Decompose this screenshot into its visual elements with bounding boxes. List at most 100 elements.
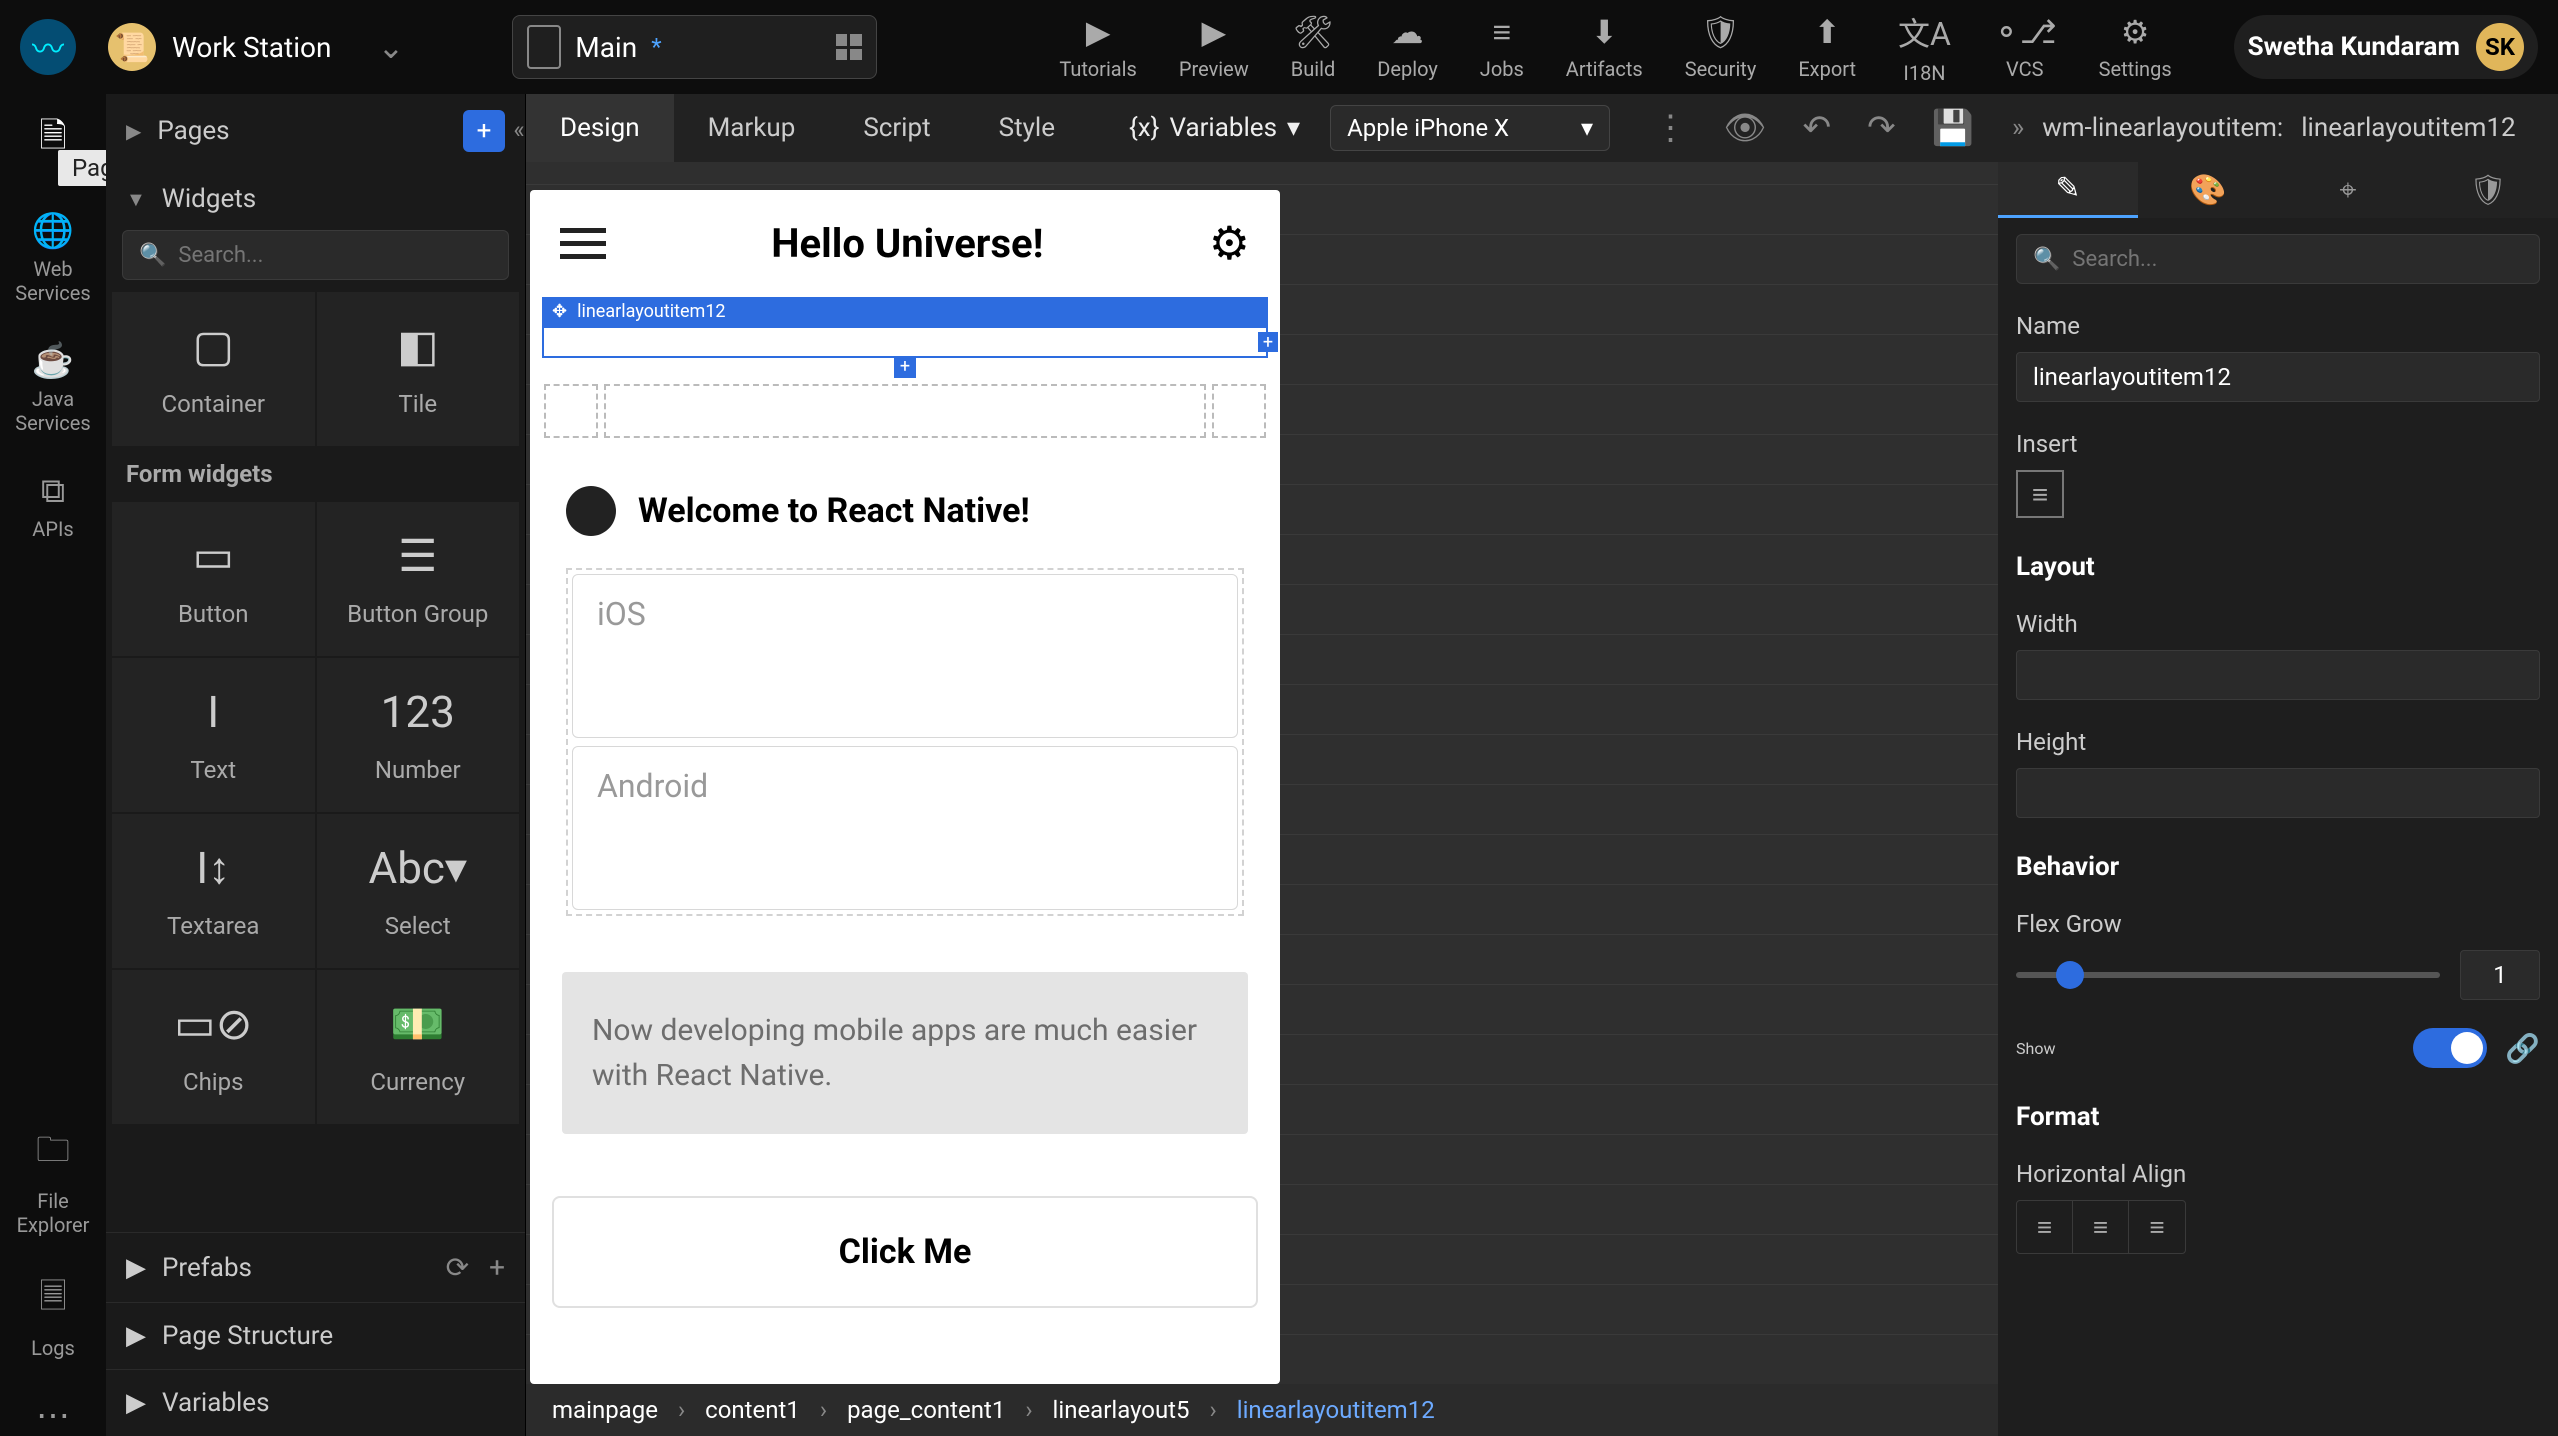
visibility-toggle-button[interactable]: 👁	[1723, 108, 1766, 148]
page-structure-section[interactable]: ▶ Page Structure	[106, 1302, 525, 1369]
rail-more[interactable]: ⋯	[36, 1396, 70, 1436]
widget-button[interactable]: ▭Button	[112, 502, 315, 656]
tab-styles[interactable]: 🎨	[2138, 162, 2278, 218]
show-toggle[interactable]	[2413, 1028, 2487, 1068]
security-button[interactable]: 🛡Security	[1685, 13, 1757, 81]
deploy-button[interactable]: ☁Deploy	[1377, 13, 1438, 81]
phone-canvas[interactable]: Hello Universe! ⚙ ✥ linearlayoutitem12 +	[530, 190, 1280, 1384]
widget-textarea[interactable]: I↕Textarea	[112, 814, 315, 968]
rail-java-services[interactable]: ☕Java Services	[0, 341, 106, 435]
undo-button[interactable]: ↶	[1803, 108, 1832, 148]
widget-button-group[interactable]: ☰Button Group	[317, 502, 520, 656]
hamburger-icon[interactable]	[560, 228, 606, 259]
tab-design[interactable]: Design	[526, 94, 674, 162]
selected-element[interactable]	[542, 326, 1268, 358]
settings-button[interactable]: ⚙Settings	[2099, 13, 2172, 81]
rail-file-explorer[interactable]: 🗀File Explorer	[0, 1126, 106, 1237]
click-me-button[interactable]: Click Me	[552, 1196, 1258, 1308]
breadcrumb-item[interactable]: content1	[705, 1396, 800, 1424]
collapse-panel-button[interactable]: «	[499, 116, 539, 144]
link-icon[interactable]: 🔗	[2505, 1032, 2540, 1065]
widget-currency[interactable]: 💵Currency	[317, 970, 520, 1124]
tab-script[interactable]: Script	[829, 94, 964, 162]
artifacts-button[interactable]: ⬇Artifacts	[1566, 13, 1643, 81]
widget-search-input[interactable]	[178, 243, 492, 268]
placeholder-slot[interactable]	[1212, 384, 1266, 438]
chevron-down-icon: ▼	[126, 187, 146, 212]
palette-icon: 🎨	[2189, 173, 2226, 208]
ios-card[interactable]: iOS	[572, 574, 1238, 738]
add-icon[interactable]: +	[489, 1251, 505, 1284]
breadcrumb-item[interactable]: linearlayout5	[1053, 1396, 1190, 1424]
align-center-button[interactable]: ≡	[2073, 1201, 2129, 1253]
props-search[interactable]: 🔍	[2016, 234, 2540, 284]
tab-style[interactable]: Style	[965, 94, 1089, 162]
redo-button[interactable]: ↷	[1867, 108, 1896, 148]
show-label: Show	[2016, 1039, 2055, 1058]
breadcrumb-item-active[interactable]: linearlayoutitem12	[1237, 1396, 1435, 1424]
vcs-button[interactable]: ⚬⎇VCS	[1993, 13, 2057, 81]
rail-apis[interactable]: ⧉APIs	[32, 471, 73, 541]
widget-chips[interactable]: ▭⊘Chips	[112, 970, 315, 1124]
rail-web-services[interactable]: 🌐Web Services	[0, 211, 106, 305]
user-menu[interactable]: Swetha Kundaram SK	[2234, 15, 2538, 79]
widget-text[interactable]: IText	[112, 658, 315, 812]
flex-grow-slider[interactable]	[2016, 972, 2440, 978]
tutorials-button[interactable]: ▶Tutorials	[1059, 13, 1137, 81]
overflow-menu-button[interactable]: ⋮	[1653, 108, 1687, 148]
tab-markup[interactable]: Markup	[674, 94, 830, 162]
build-button[interactable]: 🛠Build	[1291, 13, 1336, 81]
widget-search[interactable]: 🔍	[122, 230, 509, 280]
device-select[interactable]: Apple iPhone X ▾	[1330, 105, 1610, 151]
variables-button[interactable]: {x} Variables ▾	[1129, 113, 1300, 143]
tab-security[interactable]: 🛡	[2418, 162, 2558, 218]
placeholder-slot[interactable]	[604, 384, 1206, 438]
widget-container[interactable]: ▢Container	[112, 292, 315, 446]
i18n-button[interactable]: 文AI18N	[1898, 9, 1951, 85]
preview-button[interactable]: ▶Preview	[1179, 13, 1249, 81]
selection-header[interactable]: ✥ linearlayoutitem12	[542, 297, 1268, 326]
more-icon: ⋯	[36, 1396, 70, 1436]
gear-icon[interactable]: ⚙	[1209, 216, 1250, 271]
flex-grow-input[interactable]	[2460, 950, 2540, 1000]
refresh-icon[interactable]: ⟳	[446, 1251, 469, 1284]
widget-select[interactable]: Abc▾Select	[317, 814, 520, 968]
chevron-down-icon[interactable]: ⌄	[377, 28, 404, 66]
breadcrumb-item[interactable]: page_content1	[847, 1396, 1005, 1424]
widgets-section[interactable]: ▼ Widgets	[106, 168, 525, 230]
page-icon	[527, 25, 561, 69]
person-icon	[566, 486, 616, 536]
chevron-right-icon: ▶	[126, 119, 141, 143]
save-button[interactable]: 💾	[1932, 108, 1974, 148]
collapse-props-button[interactable]: »	[2012, 113, 2024, 143]
height-input[interactable]	[2016, 768, 2540, 818]
tab-properties[interactable]: ✎	[1998, 162, 2138, 218]
align-left-button[interactable]: ≡	[2017, 1201, 2073, 1253]
brand-logo[interactable]: 〰	[20, 19, 76, 75]
pages-section[interactable]: ▶ Pages +	[106, 94, 525, 168]
align-right-button[interactable]: ≡	[2129, 1201, 2185, 1253]
workspace-name[interactable]: Work Station	[172, 31, 331, 64]
tab-events[interactable]: ⌖	[2278, 162, 2418, 218]
width-input[interactable]	[2016, 650, 2540, 700]
insert-button[interactable]: ≡	[2016, 470, 2064, 518]
placeholder-slot[interactable]	[544, 384, 598, 438]
rail-logs[interactable]: 🗏Logs	[31, 1273, 75, 1360]
add-below-button[interactable]: +	[894, 356, 916, 378]
info-banner: Now developing mobile apps are much easi…	[562, 972, 1248, 1134]
breadcrumb-item[interactable]: mainpage	[552, 1396, 658, 1424]
android-card[interactable]: Android	[572, 746, 1238, 910]
export-button[interactable]: ⬆Export	[1798, 13, 1856, 81]
button-icon: ▭	[192, 530, 234, 582]
shield-icon: 🛡	[1700, 13, 1741, 51]
variables-section[interactable]: ▶ Variables	[106, 1369, 525, 1436]
layout-grid-icon[interactable]	[836, 34, 862, 60]
name-input[interactable]	[2016, 352, 2540, 402]
jobs-button[interactable]: ≡Jobs	[1480, 13, 1524, 81]
currency-icon: 💵	[390, 998, 445, 1050]
prefabs-section[interactable]: ▶ Prefabs ⟳ +	[106, 1232, 525, 1302]
props-search-input[interactable]	[2072, 247, 2523, 272]
active-page-tab[interactable]: Main *	[512, 15, 876, 79]
widget-number[interactable]: 123Number	[317, 658, 520, 812]
widget-tile[interactable]: ◧Tile	[317, 292, 520, 446]
